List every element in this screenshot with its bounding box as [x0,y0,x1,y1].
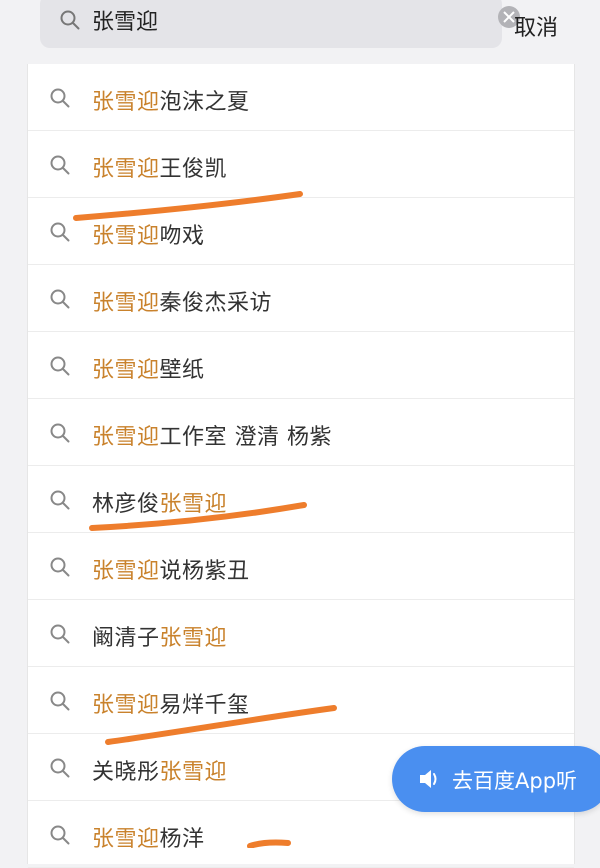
listen-in-app-button[interactable]: 去百度App听 [392,746,600,812]
highlighted-keyword: 张雪迎 [92,425,160,450]
suggestion-item[interactable]: 林彦俊张雪迎 [28,466,574,533]
suggestion-item[interactable]: 阚清子张雪迎 [28,600,574,667]
speaker-icon [418,768,442,794]
highlighted-keyword: 张雪迎 [92,291,160,316]
search-icon [50,557,70,581]
suggestion-text-part: 林彦俊 [92,492,160,517]
search-icon [50,758,70,782]
highlighted-keyword: 张雪迎 [92,693,160,718]
suggestion-text: 张雪迎吻戏 [92,218,205,250]
highlighted-keyword: 张雪迎 [159,492,228,517]
suggestion-text-part: 易烊千玺 [159,693,250,718]
highlighted-keyword: 张雪迎 [92,358,160,383]
suggestion-text-part: 杨洋 [159,827,205,852]
search-icon [50,289,70,313]
suggestion-item[interactable]: 张雪迎吻戏 [28,198,574,265]
highlighted-keyword: 张雪迎 [92,827,160,852]
suggestion-text-part: 秦俊杰采访 [159,291,273,316]
suggestion-text: 张雪迎工作室 澄清 杨紫 [92,419,332,451]
suggestion-text: 林彦俊张雪迎 [92,486,227,518]
suggestion-text-part: 吻戏 [159,224,205,249]
highlighted-keyword: 张雪迎 [92,224,160,249]
suggestion-text: 阚清子张雪迎 [92,620,227,652]
suggestion-text-part: 壁纸 [159,358,205,383]
listen-button-label: 去百度App听 [452,769,578,793]
cancel-button[interactable]: 取消 [514,10,558,42]
suggestion-item[interactable]: 张雪迎工作室 澄清 杨紫 [28,399,574,466]
search-icon [50,423,70,447]
search-header: 取消 [0,0,600,60]
highlighted-keyword: 张雪迎 [159,760,228,785]
search-icon [50,825,70,849]
suggestion-text: 关晓彤张雪迎 [92,754,227,786]
suggestion-item[interactable]: 张雪迎泡沫之夏 [28,64,574,131]
suggestion-item[interactable]: 张雪迎易烊千玺 [28,667,574,734]
suggestion-text-part: 关晓彤 [92,760,160,785]
suggestion-item[interactable]: 张雪迎王俊凯 [28,131,574,198]
suggestion-text: 张雪迎泡沫之夏 [92,84,250,116]
search-icon [60,10,80,34]
search-icon [50,155,70,179]
suggestion-text-part: 说杨紫丑 [159,559,250,584]
highlighted-keyword: 张雪迎 [159,626,228,651]
suggestion-text-part: 工作室 澄清 杨紫 [159,425,333,450]
highlighted-keyword: 张雪迎 [92,559,160,584]
search-icon [50,222,70,246]
search-icon [50,691,70,715]
suggestion-text: 张雪迎说杨紫丑 [92,553,250,585]
suggestion-item[interactable]: 张雪迎壁纸 [28,332,574,399]
suggestion-text: 张雪迎杨洋 [92,821,205,853]
suggestion-text: 张雪迎易烊千玺 [92,687,250,719]
suggestion-text: 张雪迎壁纸 [92,352,205,384]
search-box[interactable] [40,0,520,48]
suggestion-text-part: 阚清子 [92,626,160,651]
suggestion-list: 张雪迎泡沫之夏 张雪迎王俊凯 张雪迎吻戏 张雪迎秦俊杰采访 张雪迎壁纸 张雪迎工作室 澄清… [27,64,575,868]
suggestion-item[interactable]: 张雪迎说杨紫丑 [28,533,574,600]
search-icon [50,356,70,380]
search-icon [50,88,70,112]
suggestion-text: 张雪迎王俊凯 [92,151,227,183]
suggestion-text: 张雪迎秦俊杰采访 [92,285,272,317]
highlighted-keyword: 张雪迎 [92,90,160,115]
search-icon [50,490,70,514]
highlighted-keyword: 张雪迎 [92,157,160,182]
suggestion-text-part: 王俊凯 [159,157,228,182]
suggestion-item[interactable]: 张雪迎秦俊杰采访 [28,265,574,332]
suggestion-text-part: 泡沫之夏 [159,90,250,115]
search-input[interactable] [92,3,472,37]
search-icon [50,624,70,648]
